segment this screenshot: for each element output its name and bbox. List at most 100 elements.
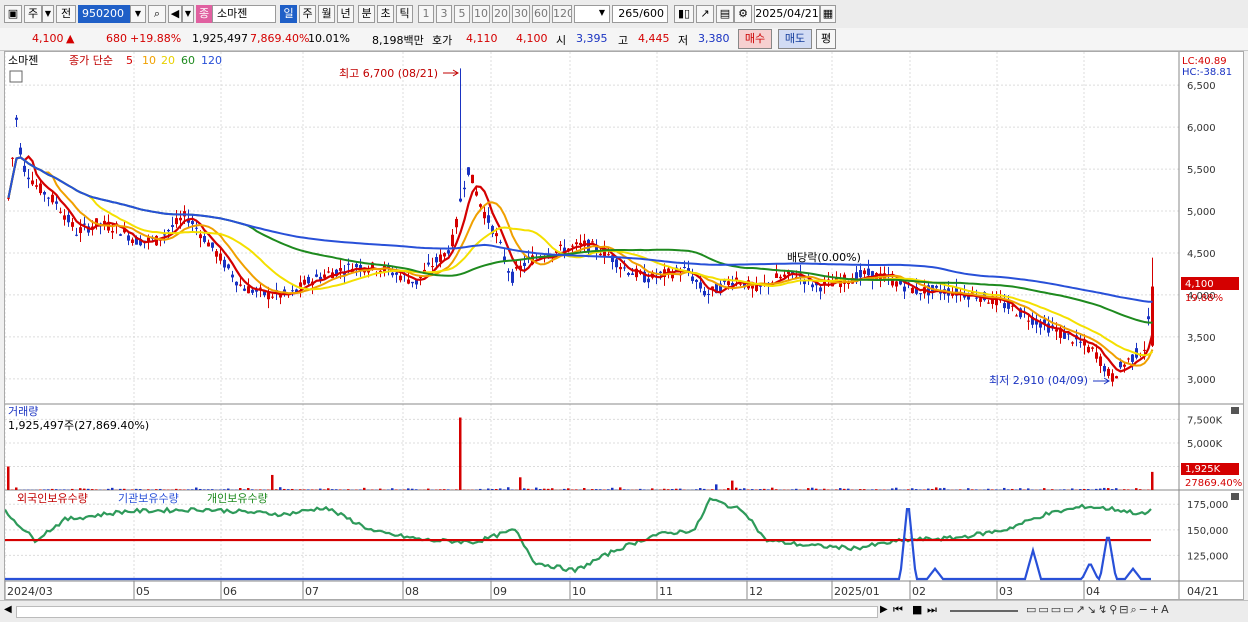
volume-bar [155,489,158,490]
high-label: 고 [618,32,628,48]
candle-body [411,282,414,283]
calculator-icon[interactable] [10,71,22,82]
buy-button[interactable]: 매수 [738,29,772,49]
candle-body [231,275,234,278]
stock-code-input[interactable]: 950200 [78,5,130,23]
search-icon[interactable]: ⌕ [148,5,166,23]
x-axis-label: 04 [1086,585,1100,598]
interval-120[interactable]: 120 [552,5,572,23]
x-axis-label: 10 [572,585,586,598]
volume-bars [7,418,1154,490]
draw-tool-icon[interactable]: ↗ [696,5,714,23]
volume-bar [863,489,866,490]
count-field[interactable]: 265/600 [612,5,668,23]
holdings-panel-close-icon[interactable] [1231,493,1239,500]
candle-body [431,266,434,267]
zoom-slider[interactable] [950,610,1018,612]
interval-5[interactable]: 5 [454,5,470,23]
legend-ma10: 10 [142,54,156,67]
volume-bar [623,489,626,490]
current-price: 4,100 [32,32,64,45]
candle-type-icon[interactable]: ▮▯ [674,5,694,23]
window-menu-icon[interactable]: ▣ [4,5,22,23]
tab-year[interactable]: 년 [337,5,354,23]
interval-1[interactable]: 1 [418,5,434,23]
candle-body [75,235,78,236]
tab-week[interactable]: 주 [299,5,316,23]
jeon-button[interactable]: 전 [56,5,76,23]
candle-body [195,228,198,229]
scrollbar-track[interactable] [16,606,878,618]
candle-body [751,286,754,289]
speaker-dropdown-icon[interactable]: ▼ [182,5,194,23]
volume-bar [283,489,286,490]
custom-interval-dropdown-icon[interactable]: ▼ [596,5,608,23]
volume-bar [1083,489,1086,490]
volume-bar [703,489,706,490]
interval-3[interactable]: 3 [436,5,452,23]
gear-icon[interactable]: ⚙ [734,5,752,23]
volume-bar [1103,488,1106,490]
interval-20[interactable]: 20 [492,5,510,23]
tab-second[interactable]: 초 [377,5,394,23]
interval-10[interactable]: 10 [472,5,490,23]
calendar-icon[interactable]: ▦ [820,5,836,23]
chart-area[interactable]: 6,5006,0005,5005,0004,5004,0003,5003,000… [4,51,1244,600]
candle-body [683,267,686,268]
tab-month[interactable]: 월 [318,5,335,23]
candle-body [1055,329,1058,331]
hoga-label: 호가 [432,32,452,48]
candle-body [67,215,70,222]
scroll-left-icon[interactable]: ◀ [4,604,12,615]
volume-bar [619,487,622,490]
candle-body [623,267,626,268]
interval-60[interactable]: 60 [532,5,550,23]
candle-body [911,288,914,293]
volume-bar [875,489,878,490]
stop-icon[interactable]: ■ [912,603,922,616]
candle-body [699,282,702,288]
candle-body [391,273,394,276]
volume-bar [695,489,698,490]
speaker-icon[interactable]: ◀ [168,5,182,23]
volume-bar [975,489,978,490]
volume-bar [987,489,990,490]
candle-body [131,240,134,243]
chart-svg[interactable]: 6,5006,0005,5005,0004,5004,0003,5003,000… [5,52,1243,599]
save-icon[interactable]: ▤ [716,5,734,23]
candle-body [43,192,46,195]
average-button[interactable]: 평 [816,29,836,49]
tool-icons[interactable]: ▭▭▭▭↗↘↯⚲⊟⌕−+A [1026,603,1171,617]
trade-amount: 8,198백만 [372,32,424,48]
scroll-right-icon[interactable]: ▶ [880,604,888,615]
volume-bar [871,489,874,490]
sell-button[interactable]: 매도 [778,29,812,49]
first-page-icon[interactable]: ⏮ [893,603,903,617]
high-note: 최고 6,700 (08/21) [339,67,438,80]
candle-body [631,273,634,274]
volume-bar [327,488,330,490]
candle-body [819,287,822,291]
legend-stock-name: 소마젠 [8,54,38,67]
candle-body [339,268,342,271]
last-page-icon[interactable]: ⏭ [927,603,937,617]
interval-30[interactable]: 30 [512,5,530,23]
x-axis-label: 09 [493,585,507,598]
period-main-select[interactable]: 주 [24,5,42,23]
tab-day[interactable]: 일 [280,5,297,23]
candle-body [463,188,466,189]
volume-bar [1079,489,1082,490]
volume-bar [739,489,742,490]
candle-body [1127,358,1130,359]
volume-panel-close-icon[interactable] [1231,407,1239,414]
period-dropdown-icon[interactable]: ▼ [42,5,54,23]
date-field[interactable]: 2025/04/21 [754,5,820,23]
candle-body [979,298,982,302]
stock-name-field[interactable]: 소마젠 [212,5,276,23]
candle-body [239,285,242,286]
code-dropdown-icon[interactable]: ▼ [130,5,146,23]
tab-minute[interactable]: 분 [358,5,375,23]
volume-bar [819,489,822,490]
volume-bar [479,489,482,490]
tab-tick[interactable]: 틱 [396,5,413,23]
